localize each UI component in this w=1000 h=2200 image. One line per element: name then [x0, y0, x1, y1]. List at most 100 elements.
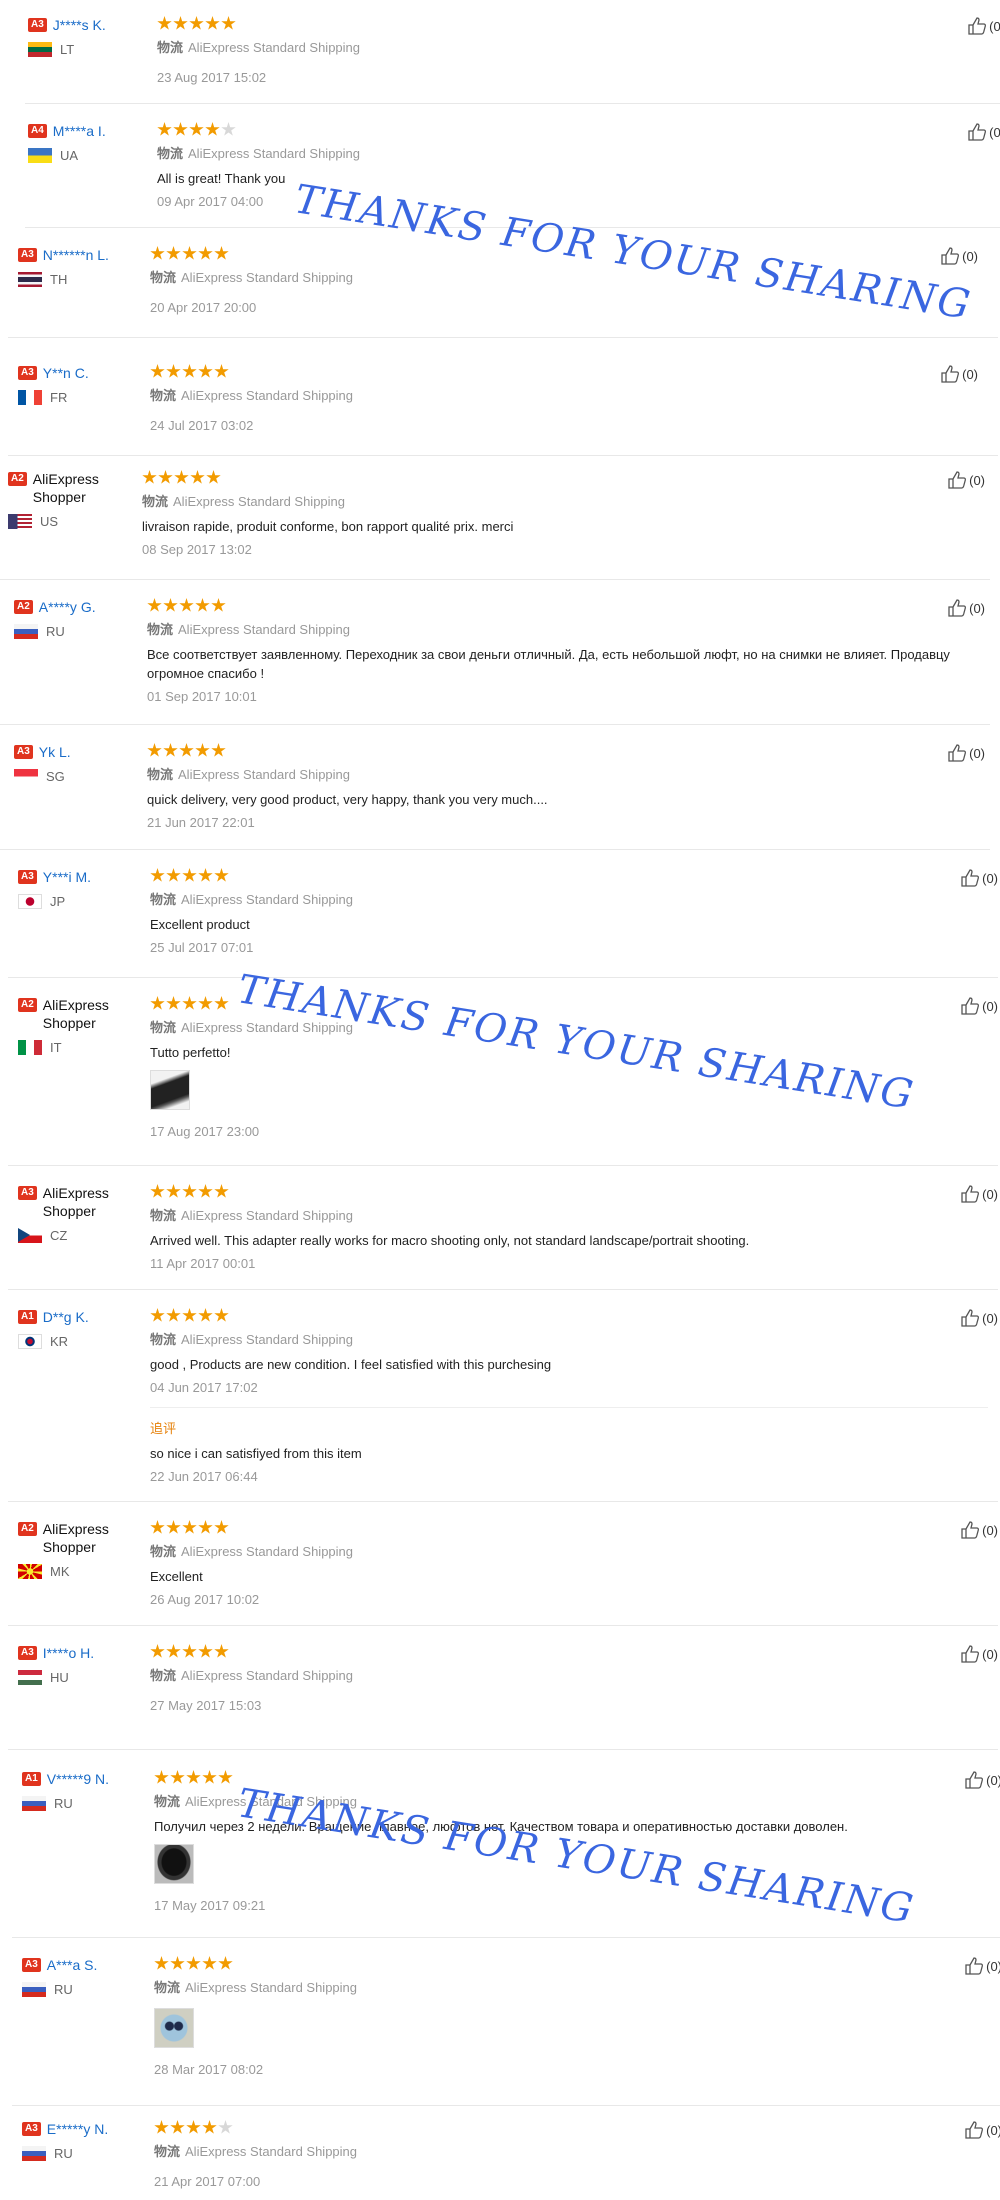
- helpful-button[interactable]: (0): [964, 1956, 1000, 1976]
- star-icon: [150, 996, 165, 1010]
- shipping-method: 物流 AliExpress Standard Shipping: [150, 1020, 354, 1035]
- star-icon: [205, 122, 220, 136]
- country-code: KR: [50, 1334, 69, 1349]
- review-date: 20 Apr 2017 20:00: [150, 300, 257, 315]
- review-item: A3 Y**n C. FR 物流 AliExpress Standard Shipp…: [8, 338, 998, 456]
- shipping-method: 物流 AliExpress Standard Shipping: [150, 270, 354, 285]
- reviewer-name[interactable]: AliExpress Shopper: [43, 1184, 143, 1220]
- thumbs-up-icon: [961, 997, 980, 1015]
- helpful-button[interactable]: (0): [960, 996, 998, 1016]
- reviewer-info: A3 J****s K. LT: [28, 16, 153, 57]
- review-item: A1 D**g K. KR 物流 AliExpress Standard Shipp…: [8, 1290, 998, 1502]
- reviewer-info: A1 V*****9 N. RU: [22, 1770, 147, 1811]
- star-icon: [174, 470, 189, 484]
- flag-ru-icon: [22, 1982, 46, 1997]
- helpful-button[interactable]: (0): [960, 1308, 998, 1328]
- thumbs-up-icon: [961, 1309, 980, 1327]
- review-text: Excellent product: [150, 917, 250, 932]
- shipping-method: 物流 AliExpress Standard Shipping: [142, 494, 346, 509]
- reviewer-name[interactable]: Yk L.: [39, 743, 71, 761]
- review-item: A3 A***a S. RU 物流 AliExpress Standard Ship…: [12, 1938, 1000, 2106]
- reviewer-name[interactable]: N******n L.: [43, 246, 109, 264]
- thumbs-up-icon: [968, 17, 987, 35]
- country-code: HU: [50, 1670, 69, 1685]
- review-text: good , Products are new condition. I fee…: [150, 1357, 552, 1372]
- star-icon: [166, 364, 181, 378]
- helpful-button[interactable]: (0): [940, 246, 978, 266]
- reviewer-name[interactable]: Y**n C.: [43, 364, 89, 382]
- star-icon: [166, 1184, 181, 1198]
- star-icon: [190, 470, 205, 484]
- helpful-button[interactable]: (0): [947, 470, 985, 490]
- helpful-button[interactable]: (0): [960, 1184, 998, 1204]
- review-photo[interactable]: [154, 1844, 194, 1884]
- helpful-count: (0): [986, 1958, 1000, 1974]
- star-icon: [170, 2120, 185, 2134]
- reviewer-name[interactable]: D**g K.: [43, 1308, 89, 1326]
- star-icon: [214, 364, 229, 378]
- star-icon: [147, 598, 162, 612]
- reviewer-name[interactable]: AliExpress Shopper: [33, 470, 133, 506]
- helpful-button[interactable]: (0): [967, 16, 1000, 36]
- reviewer-name[interactable]: AliExpress Shopper: [43, 996, 143, 1032]
- star-rating: [142, 470, 930, 485]
- review-item: A3 I****o H. HU 物流 AliExpress Standard Shi…: [8, 1626, 998, 1750]
- reviewer-info: A3 E*****y N. RU: [22, 2120, 147, 2161]
- reviewer-name[interactable]: AliExpress Shopper: [43, 1520, 143, 1556]
- star-icon: [150, 868, 165, 882]
- level-badge: A3: [14, 745, 33, 759]
- reviewer-info: A1 D**g K. KR: [18, 1308, 143, 1349]
- reviewer-name[interactable]: Y***i M.: [43, 868, 91, 886]
- star-icon: [221, 16, 236, 30]
- flag-ru-icon: [22, 1796, 46, 1811]
- review-date: 01 Sep 2017 10:01: [147, 689, 257, 704]
- review-item: A3 N******n L. TH 物流 AliExpress Standard S…: [8, 228, 998, 338]
- review-date: 04 Jun 2017 17:02: [150, 1380, 258, 1395]
- reviewer-name[interactable]: M****a I.: [53, 122, 106, 140]
- star-icon: [166, 1644, 181, 1658]
- reviewer-name[interactable]: V*****9 N.: [47, 1770, 109, 1788]
- star-icon: [205, 16, 220, 30]
- star-icon: [182, 1308, 197, 1322]
- helpful-button[interactable]: (0): [947, 743, 985, 763]
- star-empty-icon: [221, 122, 236, 136]
- flag-us-icon: [8, 514, 32, 529]
- star-rating: [150, 868, 938, 883]
- reviewer-name[interactable]: I****o H.: [43, 1644, 94, 1662]
- helpful-count: (0): [969, 472, 985, 488]
- star-icon: [166, 868, 181, 882]
- reviewer-name[interactable]: J****s K.: [53, 16, 106, 34]
- star-icon: [214, 246, 229, 260]
- helpful-button[interactable]: (0): [960, 1644, 998, 1664]
- reviewer-name[interactable]: E*****y N.: [47, 2120, 108, 2138]
- review-photo[interactable]: [154, 2008, 194, 2048]
- shipping-method: 物流 AliExpress Standard Shipping: [154, 1794, 358, 1809]
- star-icon: [182, 996, 197, 1010]
- star-icon: [179, 598, 194, 612]
- reviewer-info: A3 Yk L. SG: [14, 743, 139, 784]
- helpful-button[interactable]: (0): [947, 598, 985, 618]
- helpful-button[interactable]: (0): [964, 1770, 1000, 1790]
- helpful-count: (0): [982, 1522, 998, 1538]
- star-icon: [182, 1520, 197, 1534]
- review-date: 17 Aug 2017 23:00: [150, 1124, 260, 1139]
- helpful-count: (0): [962, 248, 978, 264]
- shipping-method: 物流 AliExpress Standard Shipping: [150, 1544, 354, 1559]
- reviewer-info: A2 AliExpress Shopper US: [8, 470, 133, 529]
- reviewer-name[interactable]: A****y G.: [39, 598, 96, 616]
- helpful-button[interactable]: (0): [960, 868, 998, 888]
- country-code: LT: [60, 42, 75, 57]
- reviewer-name[interactable]: A***a S.: [47, 1956, 98, 1974]
- star-icon: [179, 743, 194, 757]
- helpful-button[interactable]: (0): [967, 122, 1000, 142]
- helpful-count: (0): [986, 1772, 1000, 1788]
- level-badge: A3: [18, 1186, 37, 1200]
- helpful-button[interactable]: (0): [964, 2120, 1000, 2140]
- review-text: livraison rapide, produit conforme, bon …: [142, 519, 514, 534]
- helpful-button[interactable]: (0): [960, 1520, 998, 1540]
- star-icon: [186, 2120, 201, 2134]
- review-photo[interactable]: [150, 1070, 190, 1110]
- helpful-button[interactable]: (0): [940, 364, 978, 384]
- review-item: A2 AliExpress Shopper US 物流 AliExpress Sta…: [0, 456, 990, 580]
- level-badge: A1: [22, 1772, 41, 1786]
